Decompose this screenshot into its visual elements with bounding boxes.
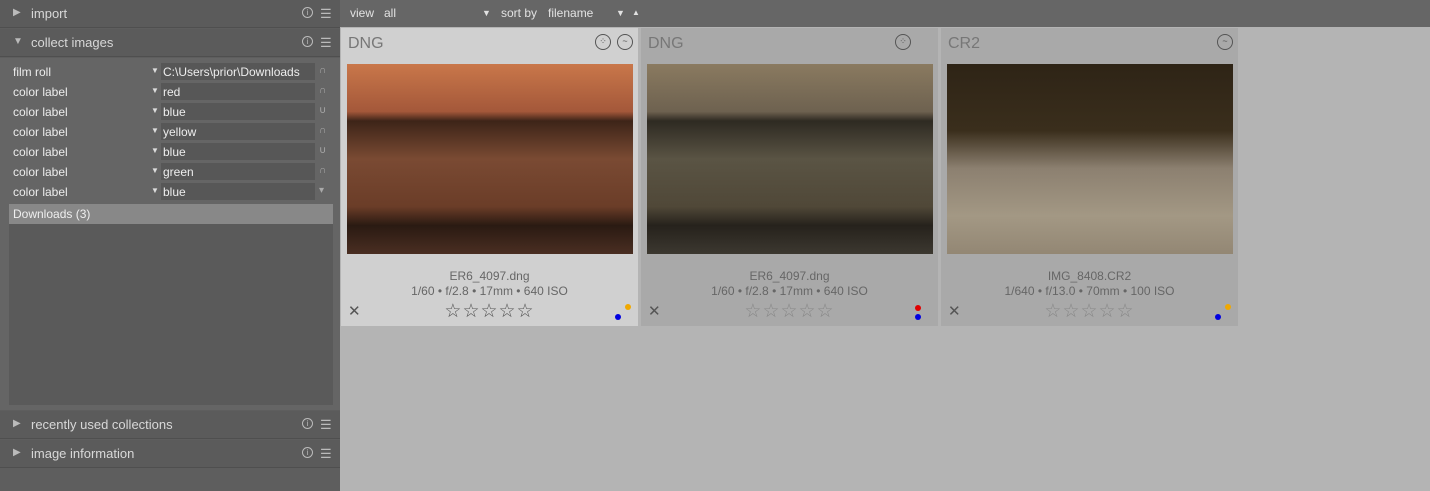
collect-rule: color label ▼ green ∩	[0, 162, 340, 182]
rule-property[interactable]: color label	[13, 145, 68, 159]
rule-value-input[interactable]: blue	[161, 103, 315, 120]
sort-label: sort by	[501, 6, 538, 20]
dropdown-arrow-icon[interactable]: ▼	[151, 86, 159, 95]
file-format: CR2	[948, 35, 981, 52]
thumbnail-card[interactable]: DNG ⁘ ~ ER6_4097.dng 1/60 • f/2.8 • 17mm •…	[341, 28, 638, 326]
rule-property[interactable]: color label	[13, 85, 68, 99]
rule-value-input[interactable]: blue	[161, 183, 315, 200]
color-label-dot	[1225, 304, 1231, 310]
rule-operator[interactable]: ∩	[319, 65, 326, 76]
collect-rule: color label ▼ blue ▾	[0, 182, 340, 202]
dropdown-arrow-icon[interactable]: ▼	[151, 186, 159, 195]
rule-operator[interactable]: ∩	[319, 165, 326, 176]
rule-property[interactable]: color label	[13, 105, 68, 119]
presets-menu-icon[interactable]: ☰	[320, 6, 332, 22]
color-label-dot	[615, 314, 621, 320]
sort-dropdown-arrow-icon[interactable]: ▼	[616, 8, 625, 18]
module-recently-used-collections[interactable]: ▶ recently used collections i ☰	[0, 411, 340, 439]
module-title: image information	[31, 446, 135, 461]
view-dropdown-arrow-icon[interactable]: ▼	[482, 8, 491, 18]
dropdown-arrow-icon[interactable]: ▼	[151, 126, 159, 135]
exif-info: 1/640 • f/13.0 • 70mm • 100 ISO	[1004, 284, 1175, 298]
thumbnail-image[interactable]	[947, 64, 1233, 254]
dropdown-arrow-icon[interactable]: ▼	[151, 106, 159, 115]
filename: IMG_8408.CR2	[1047, 269, 1132, 283]
exif-info: 1/60 • f/2.8 • 17mm • 640 ISO	[711, 284, 868, 298]
grouping-icon[interactable]: ⁘	[595, 34, 611, 50]
rule-operator[interactable]: ▾	[319, 185, 324, 196]
collect-rule: color label ▼ blue ∪	[0, 102, 340, 122]
collapse-arrow-icon: ▼	[13, 36, 23, 47]
grouping-icon[interactable]: ⁘	[895, 34, 911, 50]
star-rating[interactable]: ☆☆☆☆☆	[341, 300, 638, 323]
altered-icon[interactable]: ~	[617, 34, 633, 50]
rule-value-input[interactable]: green	[161, 163, 315, 180]
module-title: collect images	[31, 35, 114, 50]
module-title: recently used collections	[31, 417, 173, 432]
collect-rule: film roll ▼ C:\Users\prior\Downloads ∩	[0, 62, 340, 82]
top-filter-bar: view all ▼ sort by filename ▼ ▲	[340, 0, 1430, 27]
expand-arrow-icon: ▶	[13, 418, 21, 429]
thumbnail-card[interactable]: CR2 ~ IMG_8408.CR2 1/640 • f/13.0 • 70mm …	[941, 28, 1238, 326]
altered-icon[interactable]: ~	[1217, 34, 1233, 50]
presets-menu-icon[interactable]: ☰	[320, 417, 332, 433]
star-rating[interactable]: ☆☆☆☆☆	[941, 300, 1238, 323]
info-icon[interactable]: i	[302, 7, 313, 18]
collect-rule: color label ▼ blue ∪	[0, 142, 340, 162]
rule-operator[interactable]: ∪	[319, 145, 326, 156]
rule-operator[interactable]: ∩	[319, 85, 326, 96]
dropdown-arrow-icon[interactable]: ▼	[151, 146, 159, 155]
module-title: import	[31, 6, 68, 21]
rule-operator[interactable]: ∩	[319, 125, 326, 136]
thumbnail-image[interactable]	[647, 64, 933, 254]
rule-property[interactable]: film roll	[13, 65, 51, 79]
rule-value-input[interactable]: blue	[161, 143, 315, 160]
rule-value-input[interactable]: yellow	[161, 123, 315, 140]
dropdown-arrow-icon[interactable]: ▼	[151, 66, 159, 75]
star-rating[interactable]: ☆☆☆☆☆	[641, 300, 938, 323]
module-collect-images[interactable]: ▼ collect images i ☰	[0, 29, 340, 57]
module-image-information[interactable]: ▶ image information i ☰	[0, 440, 340, 468]
thumbnail-card[interactable]: DNG ⁘ ER6_4097.dng 1/60 • f/2.8 • 17mm • …	[641, 28, 938, 326]
filename: ER6_4097.dng	[749, 269, 830, 283]
sort-ascending-icon[interactable]: ▲	[632, 8, 640, 17]
collect-images-body: film roll ▼ C:\Users\prior\Downloads ∩ co…	[0, 58, 340, 410]
collection-item[interactable]: Downloads (3)	[9, 204, 333, 224]
rule-operator[interactable]: ∪	[319, 105, 326, 116]
info-icon[interactable]: i	[302, 418, 313, 429]
presets-menu-icon[interactable]: ☰	[320, 446, 332, 462]
filename: ER6_4097.dng	[449, 269, 530, 283]
rule-value-input[interactable]: C:\Users\prior\Downloads	[161, 63, 315, 80]
info-icon[interactable]: i	[302, 447, 313, 458]
rule-property[interactable]: color label	[13, 125, 68, 139]
info-icon[interactable]: i	[302, 36, 313, 47]
expand-arrow-icon: ▶	[13, 447, 21, 458]
module-import[interactable]: ▶ import i ☰	[0, 0, 340, 28]
rule-property[interactable]: color label	[13, 165, 68, 179]
presets-menu-icon[interactable]: ☰	[320, 35, 332, 51]
rule-property[interactable]: color label	[13, 185, 68, 199]
color-label-dot	[625, 304, 631, 310]
collection-list[interactable]: Downloads (3)	[9, 204, 333, 405]
collect-rule: color label ▼ yellow ∩	[0, 122, 340, 142]
color-label-dot	[915, 305, 921, 311]
left-panel: ▶ import i ☰ ▼ collect images i ☰ film r…	[0, 0, 340, 491]
file-format: DNG	[648, 35, 684, 52]
thumbnail-image[interactable]	[347, 64, 633, 254]
color-label-dot	[1215, 314, 1221, 320]
dropdown-arrow-icon[interactable]: ▼	[151, 166, 159, 175]
exif-info: 1/60 • f/2.8 • 17mm • 640 ISO	[411, 284, 568, 298]
collect-rule: color label ▼ red ∩	[0, 82, 340, 102]
rule-value-input[interactable]: red	[161, 83, 315, 100]
view-dropdown[interactable]: all	[384, 6, 396, 20]
sort-dropdown[interactable]: filename	[548, 6, 593, 20]
expand-arrow-icon: ▶	[13, 7, 21, 18]
view-label: view	[350, 6, 375, 20]
color-label-dot	[915, 314, 921, 320]
file-format: DNG	[348, 35, 384, 52]
